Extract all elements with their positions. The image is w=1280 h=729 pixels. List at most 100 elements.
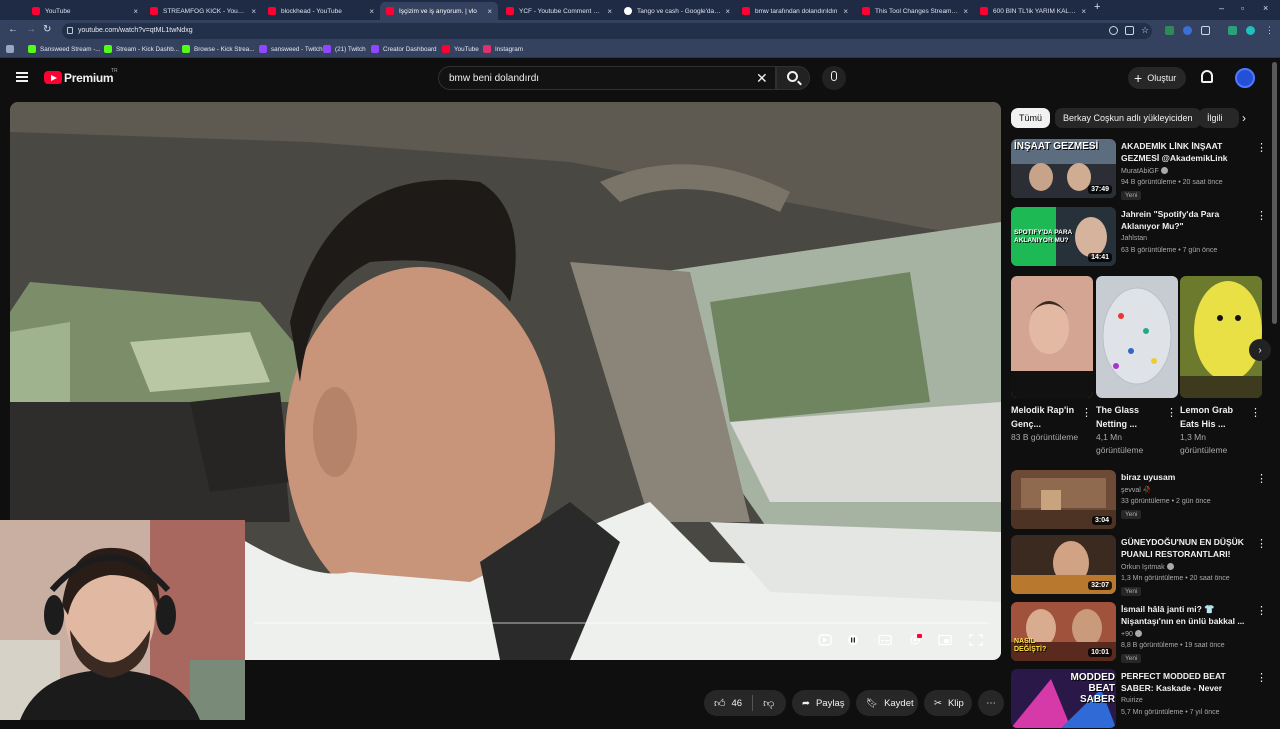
- short-thumbnail[interactable]: [1180, 276, 1262, 398]
- bookmark-star-icon[interactable]: ☆: [1141, 25, 1150, 35]
- chip-related[interactable]: İlgili: [1199, 108, 1239, 128]
- apps-icon[interactable]: [6, 45, 18, 53]
- bookmark-item[interactable]: sansweed - Twitch: [259, 45, 323, 53]
- browser-tab[interactable]: YouTube ×: [26, 2, 144, 20]
- bookmark-item[interactable]: Instagram: [483, 45, 523, 53]
- create-button[interactable]: + Oluştur: [1128, 67, 1186, 89]
- autoplay-toggle-icon[interactable]: [818, 634, 832, 646]
- close-tab-icon[interactable]: ×: [251, 7, 256, 16]
- close-tab-icon[interactable]: ×: [369, 7, 374, 16]
- extensions-puzzle-icon[interactable]: [1201, 26, 1210, 35]
- video-title[interactable]: biraz uyusam: [1121, 472, 1249, 484]
- minimize-icon[interactable]: –: [1219, 3, 1224, 13]
- pause-icon[interactable]: [846, 634, 860, 646]
- bookmark-item[interactable]: Sansweed Stream -...: [28, 45, 101, 53]
- video-title[interactable]: AKADEMİK LİNK İNŞAAT GEZMESİ @AkademikLi…: [1121, 141, 1249, 164]
- short-thumbnail[interactable]: [1096, 276, 1178, 398]
- youtube-premium-wordmark[interactable]: Premium: [64, 71, 114, 85]
- short-title[interactable]: Lemon Grab Eats His ...: [1180, 403, 1250, 431]
- recommendation-item[interactable]: SPOTIFY'DA PARA AKLANIYOR MU? 14:41 Jahr…: [1011, 207, 1267, 267]
- recommendation-item[interactable]: 3:04 biraz uyusam şevval 🥀 33 görüntülem…: [1011, 470, 1267, 530]
- clip-button[interactable]: ✂ Klip: [924, 690, 972, 716]
- video-thumbnail[interactable]: 32:07: [1011, 535, 1116, 594]
- bookmark-item[interactable]: Stream - Kick Dashb...: [104, 45, 179, 53]
- bookmark-item[interactable]: YouTube: [442, 45, 479, 53]
- close-tab-icon[interactable]: ×: [133, 7, 138, 16]
- bookmark-item[interactable]: (21) Twitch: [323, 45, 366, 53]
- more-vertical-icon[interactable]: ⋮: [1256, 141, 1267, 154]
- zoom-icon[interactable]: [1109, 26, 1118, 35]
- video-title[interactable]: İsmail hâlâ janti mi? 👕 Nişantaşı'nın en…: [1121, 604, 1249, 627]
- channel-name[interactable]: Jahlstan: [1121, 235, 1147, 242]
- browser-tab[interactable]: 600 BİN TL'lik YARIM KALAN İŞ ×: [974, 2, 1092, 20]
- dislike-button[interactable]: 👎︎: [763, 697, 774, 710]
- forward-icon[interactable]: →: [26, 24, 36, 35]
- channel-name[interactable]: MuratAbiGF: [1121, 167, 1168, 175]
- more-vertical-icon[interactable]: ⋮: [1256, 537, 1267, 550]
- short-item[interactable]: The Glass Netting ... 4,1 Mn görüntüleme…: [1096, 276, 1178, 457]
- recommendation-item[interactable]: İNŞAAT GEZMESİ 37:49 AKADEMİK LİNK İNŞAA…: [1011, 139, 1267, 200]
- clear-search-icon[interactable]: ✕: [756, 70, 768, 87]
- video-title[interactable]: PERFECT MODDED BEAT SABER: Kaskade - Nev…: [1121, 671, 1249, 695]
- voice-search-button[interactable]: [822, 66, 846, 90]
- extension-icon[interactable]: [1183, 26, 1192, 35]
- close-tab-icon[interactable]: ×: [843, 7, 848, 16]
- video-thumbnail[interactable]: 3:04: [1011, 470, 1116, 529]
- subtitles-icon[interactable]: [878, 634, 892, 646]
- page-scrollbar[interactable]: [1272, 62, 1277, 324]
- bookmark-item[interactable]: Creator Dashboard: [371, 45, 437, 53]
- more-vertical-icon[interactable]: ⋮: [1256, 604, 1267, 617]
- close-tab-icon[interactable]: ×: [963, 7, 968, 16]
- share-button[interactable]: ➦ Paylaş: [792, 690, 850, 716]
- browser-tab[interactable]: blockhead - YouTube ×: [262, 2, 380, 20]
- extension-icon[interactable]: [1165, 26, 1174, 35]
- browser-tab[interactable]: Tango ve cash - Google'da Ara ×: [618, 2, 736, 20]
- save-button[interactable]: 🔖︎ Kaydet: [856, 690, 918, 716]
- video-thumbnail[interactable]: MODDED BEAT SABER: [1011, 669, 1116, 728]
- browser-tab[interactable]: STREAMFOG KICK - YouTube ×: [144, 2, 262, 20]
- more-vertical-icon[interactable]: ⋮: [1250, 406, 1261, 419]
- more-vertical-icon[interactable]: ⋮: [1256, 209, 1267, 222]
- address-bar[interactable]: youtube.com/watch?v=qtML1twNdxg: [62, 23, 1152, 39]
- channel-name[interactable]: +90: [1121, 630, 1142, 638]
- more-actions-button[interactable]: ⋯: [978, 690, 1004, 716]
- more-vertical-icon[interactable]: ⋮: [1166, 406, 1177, 419]
- close-tab-icon[interactable]: ×: [607, 7, 612, 16]
- account-avatar[interactable]: [1235, 68, 1255, 88]
- short-item[interactable]: Lemon Grab Eats His ... 1,3 Mn görüntüle…: [1180, 276, 1262, 457]
- chip-from-uploader[interactable]: Berkay Coşkun adlı yükleyiciden: [1055, 108, 1201, 128]
- reload-icon[interactable]: ↻: [43, 24, 51, 35]
- search-button[interactable]: [776, 66, 810, 90]
- menu-icon[interactable]: [16, 72, 28, 82]
- channel-name[interactable]: Ruirize: [1121, 697, 1143, 704]
- chevron-right-icon[interactable]: ›: [1242, 111, 1246, 125]
- short-title[interactable]: The Glass Netting ...: [1096, 403, 1166, 431]
- recommendation-item[interactable]: MODDED BEAT SABER PERFECT MODDED BEAT SA…: [1011, 669, 1267, 729]
- close-tab-icon[interactable]: ×: [725, 7, 730, 16]
- search-input[interactable]: [449, 73, 739, 84]
- short-item[interactable]: Melodik Rap'in Genç... 83 B görüntüleme …: [1011, 276, 1093, 444]
- extension-icon[interactable]: [1228, 26, 1237, 35]
- close-tab-icon[interactable]: ×: [1081, 7, 1086, 16]
- bookmark-item[interactable]: Browse - Kick Strea...: [182, 45, 255, 53]
- more-vertical-icon[interactable]: ⋮: [1081, 406, 1092, 419]
- youtube-logo-icon[interactable]: [44, 71, 62, 84]
- browser-menu-icon[interactable]: ⋮: [1265, 25, 1274, 35]
- video-thumbnail[interactable]: NASIL DEĞİŞTİ? 10:01: [1011, 602, 1116, 661]
- browser-tab[interactable]: bmw tarafından dolandırıldın ×: [736, 2, 854, 20]
- progress-bar[interactable]: [254, 622, 989, 624]
- profile-icon[interactable]: [1246, 26, 1255, 35]
- like-button[interactable]: 👍︎ 46: [714, 697, 742, 710]
- video-thumbnail[interactable]: İNŞAAT GEZMESİ 37:49: [1011, 139, 1116, 198]
- install-app-icon[interactable]: [1125, 26, 1134, 35]
- more-vertical-icon[interactable]: ⋮: [1256, 472, 1267, 485]
- settings-gear-icon[interactable]: [908, 634, 922, 646]
- site-info-icon[interactable]: [67, 27, 73, 34]
- chip-all[interactable]: Tümü: [1011, 108, 1051, 128]
- short-title[interactable]: Melodik Rap'in Genç...: [1011, 403, 1081, 431]
- close-tab-icon[interactable]: ×: [487, 7, 492, 16]
- short-thumbnail[interactable]: [1011, 276, 1093, 398]
- channel-name[interactable]: Orkun Işıtmak: [1121, 563, 1174, 571]
- maximize-icon[interactable]: ▫: [1241, 3, 1244, 13]
- close-window-icon[interactable]: ×: [1263, 3, 1268, 13]
